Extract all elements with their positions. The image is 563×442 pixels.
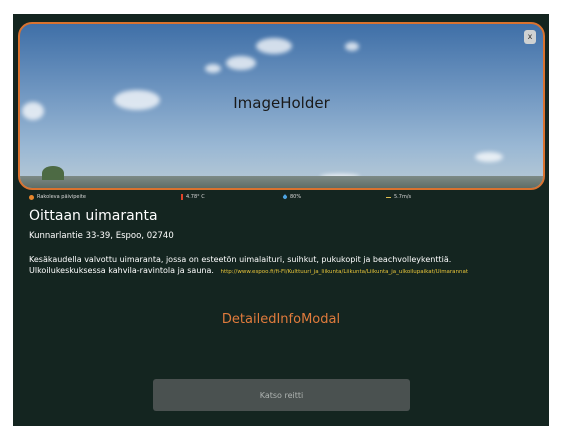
weather-status-icon: [29, 194, 34, 200]
humidity-stat: 80%: [282, 194, 302, 200]
place-website-link[interactable]: http://www.espoo.fi/fi-FI/Kulttuuri_ja_l…: [220, 269, 468, 275]
image-holder: ImageHolder: [18, 22, 545, 190]
image-holder-label: ImageHolder: [233, 94, 330, 112]
cloud-shape: [475, 152, 503, 162]
modal-label: DetailedInfoModal: [221, 312, 341, 327]
place-description-block: Kesäkaudella valvottu uimaranta, jossa o…: [29, 254, 469, 278]
place-title: Oittaan uimaranta: [29, 208, 158, 224]
wind-stat: 5.7m/s: [386, 194, 411, 200]
temperature-value: 4.78° C: [186, 194, 205, 200]
wind-icon: [386, 196, 391, 198]
cloud-shape: [226, 56, 256, 70]
detailed-info-modal: ImageHolder x Rakoleva päivipeite 4.78° …: [13, 14, 549, 426]
close-button[interactable]: x: [524, 30, 536, 44]
weather-stats-bar: Rakoleva päivipeite 4.78° C 80% 5.7m/s: [13, 194, 549, 204]
ground-strip: [20, 176, 543, 188]
wind-value: 5.7m/s: [394, 194, 412, 200]
app-frame: ImageHolder x Rakoleva päivipeite 4.78° …: [13, 14, 549, 426]
place-address: Kunnarlantie 33-39, Espoo, 02740: [29, 231, 174, 241]
cloud-shape: [256, 38, 292, 54]
humidity-value: 80%: [290, 194, 302, 200]
weather-status-text: Rakoleva päivipeite: [37, 194, 86, 200]
droplet-icon: [282, 194, 288, 200]
temperature-stat: 4.78° C: [181, 194, 205, 200]
tree-shape: [42, 166, 64, 180]
cloud-shape: [345, 42, 359, 51]
route-button[interactable]: Katso reitti: [153, 379, 410, 411]
weather-status: Rakoleva päivipeite: [29, 194, 86, 200]
thermometer-icon: [181, 194, 183, 200]
cloud-shape: [205, 64, 221, 73]
